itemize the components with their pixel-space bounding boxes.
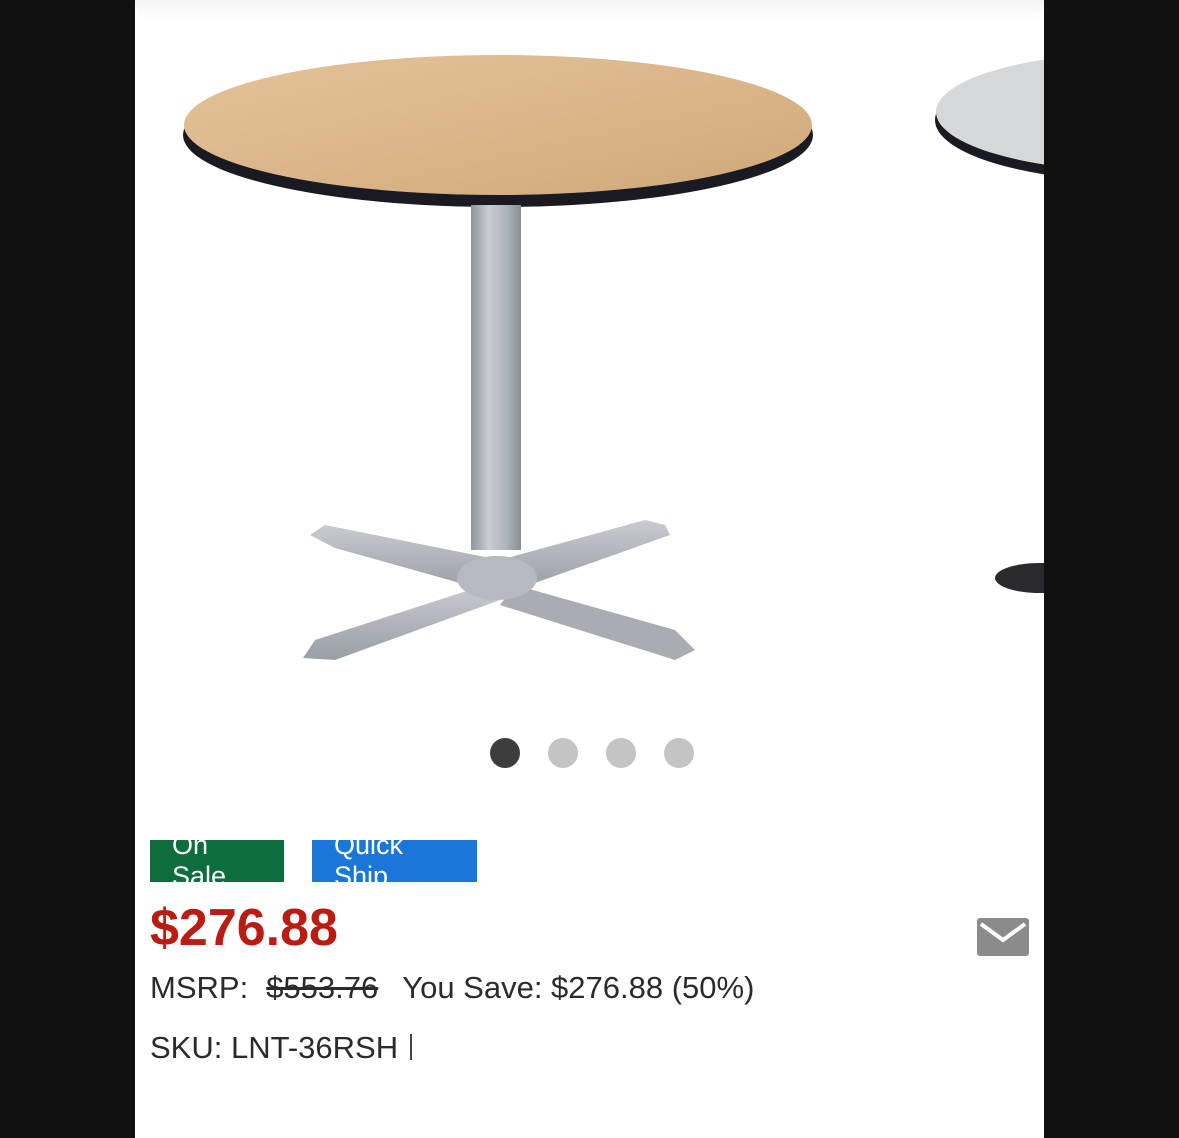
product-page: On Sale Quick Ship $276.88 MSRP: $553.76 Y… — [135, 0, 1044, 1138]
carousel-dot-3[interactable] — [606, 738, 636, 768]
sku-text: SKU: LNT-36RSH — [150, 1030, 399, 1065]
product-image-carousel[interactable] — [135, 0, 1044, 720]
price-details: MSRP: $553.76 You Save: $276.88 (50%) — [150, 970, 754, 1006]
current-price: $276.88 — [150, 899, 338, 957]
product-image[interactable] — [135, 0, 1044, 720]
product-badges: On Sale Quick Ship — [150, 830, 477, 891]
msrp-label: MSRP: — [150, 970, 249, 1005]
sku: SKU: LNT-36RSH — [150, 1030, 413, 1066]
on-sale-badge: On Sale — [150, 830, 284, 891]
carousel-dot-2[interactable] — [548, 738, 578, 768]
text-cursor — [410, 1034, 413, 1060]
carousel-dot-1[interactable] — [490, 738, 520, 768]
quick-ship-badge: Quick Ship — [312, 830, 477, 891]
envelope-icon[interactable] — [977, 916, 1029, 956]
savings-text: You Save: $276.88 (50%) — [402, 970, 755, 1005]
carousel-dot-4[interactable] — [664, 738, 694, 768]
msrp-value: $553.76 — [266, 970, 379, 1005]
carousel-pagination — [490, 738, 694, 768]
